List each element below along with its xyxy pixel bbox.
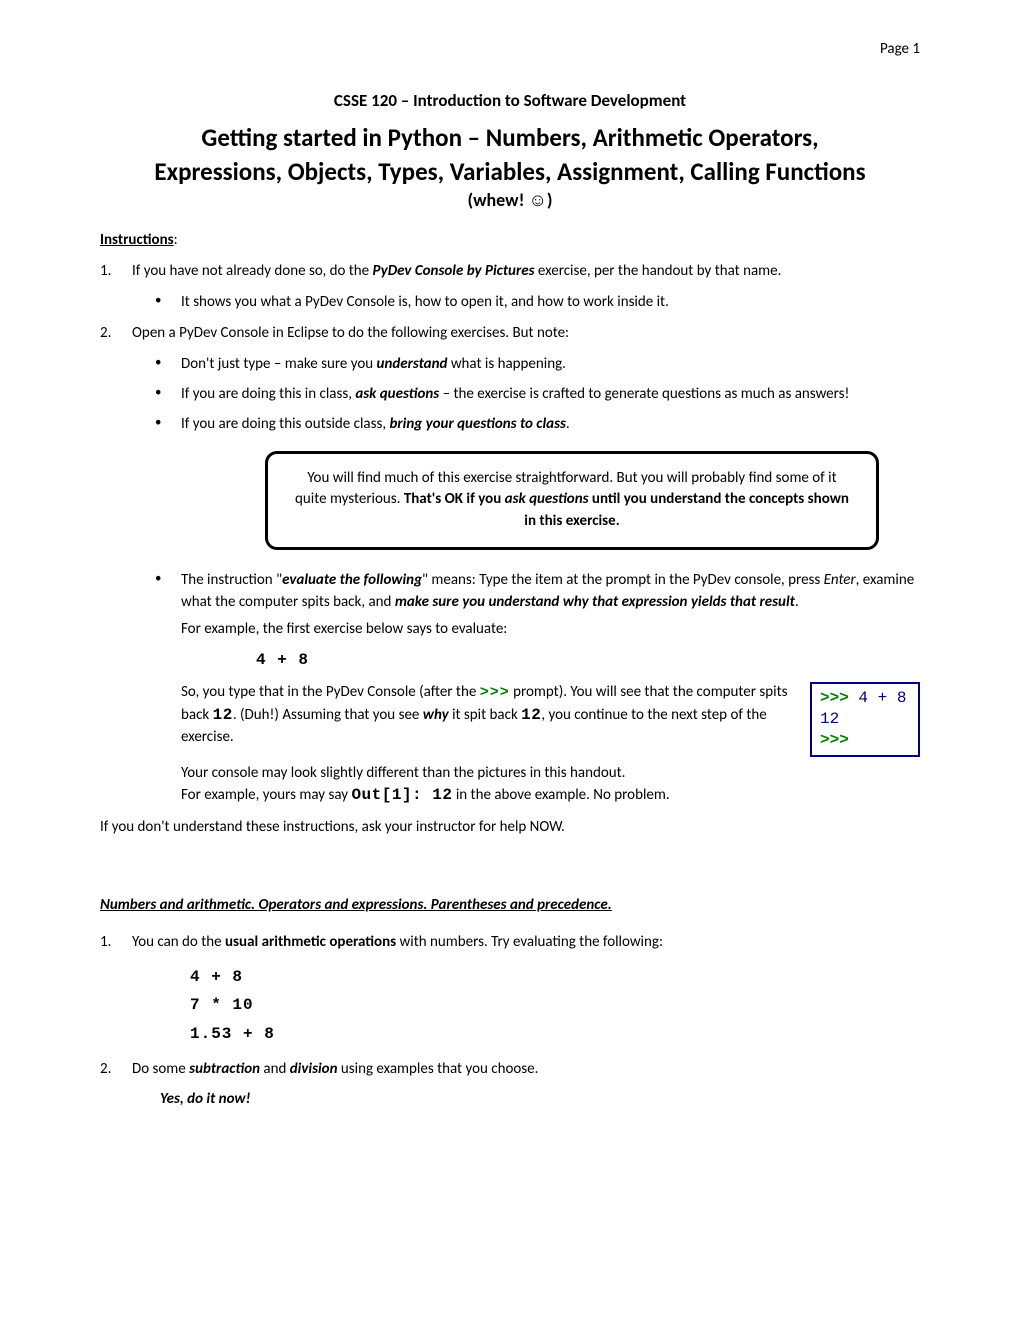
text: If you have not already done so, do the — [132, 262, 373, 280]
emphasis: ask questions — [355, 385, 439, 403]
text: Your console may look slightly different… — [181, 763, 920, 785]
emphasis: bring your questions to class — [389, 415, 565, 433]
code-example: 4 + 8 — [256, 649, 920, 672]
sub-bullet: • It shows you what a PyDev Console is, … — [155, 292, 920, 314]
emphasis: PyDev Console by Pictures — [373, 262, 535, 280]
emphasis: make sure you understand why that expres… — [395, 593, 795, 611]
callout-box: You will find much of this exercise stra… — [265, 451, 879, 550]
text: Don't just type – make sure you — [181, 355, 377, 373]
emphasis: understand — [377, 355, 448, 373]
yes-do-it: Yes, do it now! — [160, 1090, 920, 1108]
page-number: Page 1 — [880, 40, 920, 58]
title-line-2: Expressions, Objects, Types, Variables, … — [154, 156, 865, 187]
list-number: 1. — [100, 261, 132, 282]
text: It shows you what a PyDev Console is, ho… — [181, 292, 920, 314]
text: Open a PyDev Console in Eclipse to do th… — [132, 323, 920, 344]
text: That's OK if you — [404, 490, 505, 508]
exercise-item-2: 2. Do some subtraction and division usin… — [100, 1059, 920, 1080]
text: The instruction " — [181, 571, 282, 589]
emphasis: ask questions — [505, 490, 589, 508]
bullet-icon: • — [155, 354, 181, 376]
text: and — [260, 1060, 290, 1078]
console-screenshot: >>> 4 + 8 12 >>> — [810, 682, 920, 756]
emphasis: usual arithmetic operations — [225, 933, 396, 951]
text: it spit back — [449, 706, 521, 724]
console-prompt: >>> — [820, 689, 849, 707]
emphasis: division — [290, 1060, 338, 1078]
text: . (Duh!) Assuming that you see — [233, 706, 423, 724]
course-header: CSSE 120 – Introduction to Software Deve… — [100, 90, 920, 111]
text: If you are doing this outside class, — [181, 415, 389, 433]
code-inline: Out[1]: 12 — [351, 786, 452, 804]
list-number: 2. — [100, 323, 132, 344]
console-result: 12 — [820, 709, 910, 730]
sub-bullet: • Don't just type – make sure you unders… — [155, 354, 920, 376]
bullet-icon: • — [155, 292, 181, 314]
emphasis: evaluate the following — [282, 571, 422, 589]
text: what is happening. — [447, 355, 566, 373]
text: Do some — [132, 1060, 189, 1078]
sub-bullet: • If you are doing this outside class, b… — [155, 414, 920, 436]
bullet-icon: • — [155, 570, 181, 808]
list-number: 2. — [100, 1059, 132, 1080]
code-inline: 12 — [521, 706, 541, 724]
emphasis: why — [423, 706, 449, 724]
list-number: 1. — [100, 932, 132, 953]
ask-instructor-text: If you don't understand these instructio… — [100, 818, 920, 836]
for-example-label: For example, the first exercise below sa… — [181, 619, 920, 641]
main-title: Getting started in Python – Numbers, Ari… — [100, 121, 920, 189]
text: You can do the — [132, 933, 225, 951]
emphasis: Enter — [824, 571, 856, 589]
bullet-icon: • — [155, 414, 181, 436]
text: – the exercise is crafted to generate qu… — [439, 385, 849, 403]
sub-bullet: • If you are doing this in class, ask qu… — [155, 384, 920, 406]
text: in the above example. No problem. — [452, 786, 669, 804]
code-inline: 12 — [213, 706, 233, 724]
code-line: 1.53 + 8 — [190, 1020, 920, 1049]
console-expression: 4 + 8 — [849, 689, 907, 707]
text: " means: Type the item at the prompt in … — [422, 571, 824, 589]
bullet-icon: • — [155, 384, 181, 406]
exercise-item-1: 1. You can do the usual arithmetic opera… — [100, 932, 920, 953]
text: . — [566, 415, 570, 433]
text: . — [795, 593, 799, 611]
instructions-label: Instructions: — [100, 231, 920, 249]
prompt-text: >>> — [480, 684, 510, 701]
console-prompt: >>> — [820, 730, 910, 751]
emphasis: subtraction — [189, 1060, 260, 1078]
text: exercise, per the handout by that name. — [535, 262, 782, 280]
whew-subtitle: (whew! ☺) — [100, 189, 920, 211]
section-heading: Numbers and arithmetic. Operators and ex… — [100, 896, 920, 914]
sub-bullet: • The instruction "evaluate the followin… — [155, 570, 920, 808]
instruction-item-2: 2. Open a PyDev Console in Eclipse to do… — [100, 323, 920, 344]
text: So, you type that in the PyDev Console (… — [181, 683, 480, 701]
text: If you are doing this in class, — [181, 385, 355, 403]
code-line: 4 + 8 — [190, 963, 920, 992]
text: For example, yours may say — [181, 786, 351, 804]
instruction-item-1: 1. If you have not already done so, do t… — [100, 261, 920, 282]
text: with numbers. Try evaluating the followi… — [396, 933, 663, 951]
code-line: 7 * 10 — [190, 991, 920, 1020]
title-line-1: Getting started in Python – Numbers, Ari… — [201, 122, 818, 153]
text: using examples that you choose. — [338, 1060, 539, 1078]
